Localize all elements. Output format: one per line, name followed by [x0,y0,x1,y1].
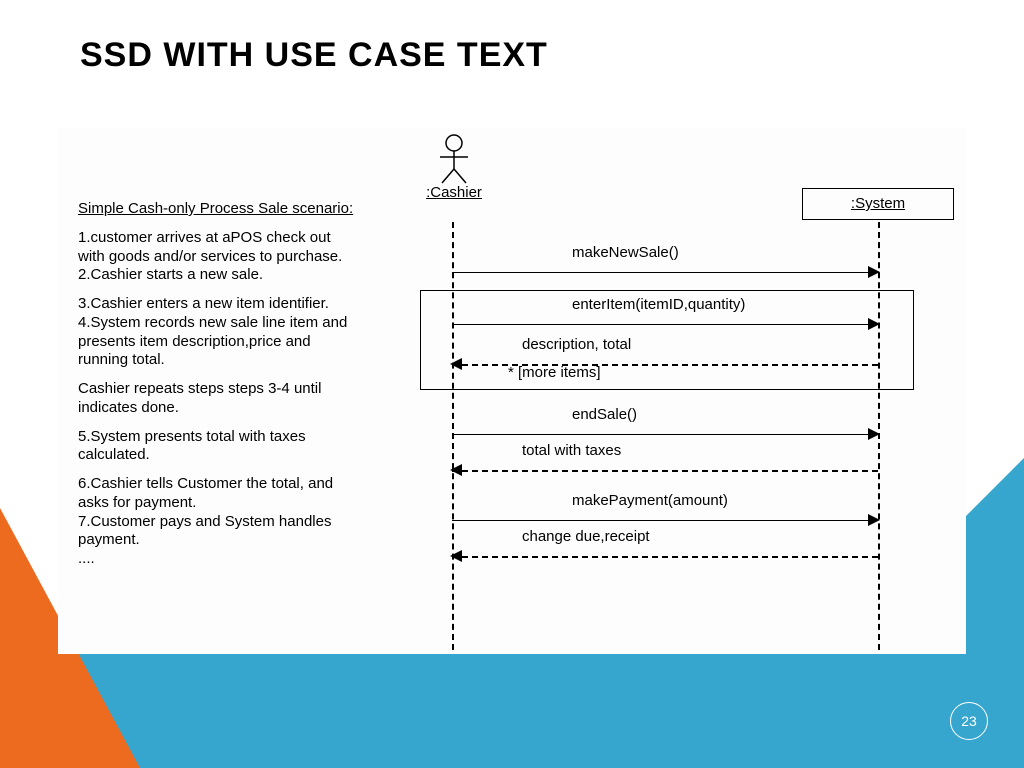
arrow-line-dashed [452,364,878,366]
usecase-step-5: 5.System presents total with taxes calcu… [78,428,358,466]
msg-label: total with taxes [522,442,621,459]
msg-label: makeNewSale() [572,244,679,261]
arrowhead-left-icon [450,358,462,370]
arrow-line [452,272,878,273]
system-label: :System [851,195,905,212]
page-number: 23 [961,713,977,729]
msg-label: endSale() [572,406,637,423]
arrowhead-right-icon [868,428,880,440]
usecase-step-1-2: 1.customer arrives at aPOS check out wit… [78,229,358,285]
msg-make-payment: makePayment(amount) [452,510,878,534]
actor-label: :Cashier [414,184,494,201]
actor-cashier: :Cashier [414,134,494,201]
arrow-line [452,324,878,325]
arrowhead-right-icon [868,318,880,330]
arrow-line [452,434,878,435]
msg-label: change due,receipt [522,528,650,545]
return-total-taxes: total with taxes [452,460,878,484]
msg-end-sale: endSale() [452,424,878,448]
slide-title: SSD WITH USE CASE TEXT [80,36,548,75]
usecase-repeat: Cashier repeats steps steps 3-4 until in… [78,380,358,418]
system-box: :System [802,188,954,220]
return-change-receipt: change due,receipt [452,546,878,570]
msg-label: description, total [522,336,631,353]
msg-make-new-sale: makeNewSale() [452,262,878,286]
usecase-heading: Simple Cash-only Process Sale scenario: [78,200,358,219]
arrowhead-right-icon [868,514,880,526]
arrowhead-left-icon [450,464,462,476]
msg-label: enterItem(itemID,quantity) [572,296,745,313]
slide: SSD WITH USE CASE TEXT 23 Simple Cash-on… [0,0,1024,768]
usecase-text: Simple Cash-only Process Sale scenario: … [78,200,358,569]
decor-blue-band [0,648,1024,768]
msg-label: makePayment(amount) [572,492,728,509]
arrow-line-dashed [452,556,878,558]
arrowhead-right-icon [868,266,880,278]
arrowhead-left-icon [450,550,462,562]
page-number-badge: 23 [950,702,988,740]
usecase-step-6-7: 6.Cashier tells Customer the total, and … [78,475,358,569]
return-description-total: description, total [452,354,878,378]
actor-icon [434,134,474,184]
usecase-step-3-4: 3.Cashier enters a new item identifier. … [78,295,358,370]
diagram-panel: Simple Cash-only Process Sale scenario: … [58,128,966,654]
msg-enter-item: enterItem(itemID,quantity) [452,314,878,338]
arrow-line-dashed [452,470,878,472]
arrow-line [452,520,878,521]
